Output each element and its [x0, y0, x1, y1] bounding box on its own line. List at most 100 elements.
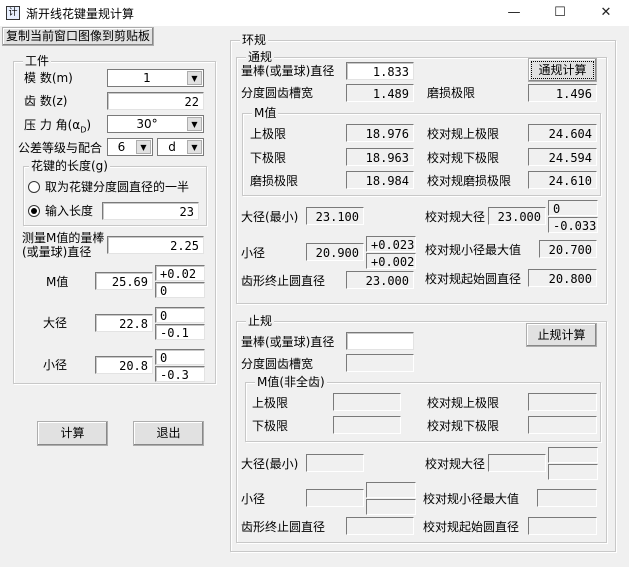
- go-form-end-label: 齿形终止圆直径: [241, 274, 326, 288]
- go-check-major-lower: -0.033: [548, 217, 598, 233]
- nogo-major-min-value: [306, 454, 364, 472]
- measure-pin-label-1: 测量M值的量棒: [22, 231, 105, 245]
- go-form-end-value: 23.000: [346, 271, 414, 289]
- go-gauge-calc-button[interactable]: 通规计算: [528, 58, 597, 82]
- go-check-major-label: 校对规大径: [425, 210, 486, 224]
- nogo-lower-value: [333, 416, 401, 434]
- nogo-slot-width-label: 分度圆齿槽宽: [241, 357, 314, 371]
- title-bar: 计 渐开线花键量规计算 — ☐ ✕: [0, 0, 629, 26]
- go-upper-value: 18.976: [346, 124, 414, 142]
- chevron-down-icon[interactable]: ▼: [187, 140, 202, 154]
- radio-half-diameter[interactable]: [28, 181, 40, 193]
- copy-to-clipboard-button[interactable]: 复制当前窗口图像到剪贴板: [2, 27, 154, 46]
- major-diameter-label: 大径: [43, 316, 68, 330]
- go-m-value-group-title: M值: [252, 106, 279, 120]
- m-value-input[interactable]: 25.69: [95, 272, 153, 290]
- measure-pin-label-2: (或量球)直径: [22, 245, 92, 259]
- go-minor-upper: +0.023: [366, 236, 416, 252]
- nogo-check-major-label: 校对规大径: [425, 457, 486, 471]
- go-gauge-group-title: 通规: [246, 50, 275, 64]
- app-icon: 计: [6, 6, 20, 20]
- chevron-down-icon[interactable]: ▼: [187, 117, 202, 131]
- go-check-minor-label: 校对规小径最大值: [425, 243, 522, 257]
- m-value-label: M值: [46, 275, 69, 289]
- nogo-major-min-label: 大径(最小): [241, 457, 299, 471]
- nogo-slot-width-value: [346, 354, 414, 372]
- nogo-check-lower-label: 校对规下极限: [427, 419, 500, 433]
- maximize-button[interactable]: ☐: [537, 0, 583, 26]
- minimize-button[interactable]: —: [491, 0, 537, 26]
- pressure-angle-select[interactable]: 30° ▼: [107, 115, 204, 133]
- nogo-minor-lower: [366, 499, 416, 515]
- go-wear-label: 磨损极限: [427, 86, 476, 100]
- go-minor-value: 20.900: [306, 243, 364, 261]
- go-check-wear-value: 24.610: [528, 171, 597, 189]
- calculate-button[interactable]: 计算: [37, 421, 108, 446]
- close-button[interactable]: ✕: [583, 0, 629, 26]
- nogo-gauge-group-title: 止规: [246, 314, 275, 328]
- tolerance-fit-select[interactable]: d ▼: [157, 138, 204, 156]
- nogo-pin-input[interactable]: [346, 332, 414, 350]
- minor-diameter-input[interactable]: 20.8: [95, 356, 153, 374]
- nogo-lower-label: 下极限: [252, 419, 289, 433]
- module-label: 模 数(m): [24, 71, 73, 85]
- measure-pin-input[interactable]: 2.25: [107, 236, 204, 254]
- m-lower-deviation-input[interactable]: 0: [155, 282, 205, 298]
- nogo-check-minor-label: 校对规小径最大值: [423, 492, 520, 506]
- pressure-angle-value: 30°: [136, 117, 158, 131]
- nogo-check-upper-value: [528, 393, 597, 411]
- nogo-upper-value: [333, 393, 401, 411]
- go-pin-input[interactable]: 1.833: [346, 62, 414, 80]
- nogo-upper-label: 上极限: [252, 396, 289, 410]
- nogo-check-major-lower: [548, 464, 598, 480]
- radio-half-diameter-label: 取为花键分度圆直径的一半: [45, 180, 190, 194]
- pressure-angle-label: 压 力 角(αD): [24, 118, 91, 137]
- nogo-check-major-upper: [548, 447, 598, 463]
- nogo-m-value-group-title: M值(非全齿): [255, 375, 327, 389]
- spline-length-group-title: 花键的长度(g): [29, 159, 110, 173]
- workpiece-group-title: 工件: [23, 54, 52, 68]
- nogo-check-form-start-value: [528, 517, 597, 535]
- minor-lower-deviation-input[interactable]: -0.3: [155, 366, 205, 382]
- go-check-lower-value: 24.594: [528, 148, 597, 166]
- m-upper-deviation-input[interactable]: +0.02: [155, 265, 205, 281]
- window-title: 渐开线花键量规计算: [26, 7, 135, 21]
- minor-upper-deviation-input[interactable]: 0: [155, 349, 205, 365]
- go-wear-limit-label: 磨损极限: [250, 174, 299, 188]
- nogo-form-end-value: [346, 517, 414, 535]
- go-minor-label: 小径: [241, 246, 266, 260]
- nogo-check-form-start-label: 校对规起始圆直径: [423, 520, 520, 534]
- major-lower-deviation-input[interactable]: -0.1: [155, 324, 205, 340]
- nogo-minor-value: [306, 489, 364, 507]
- nogo-pin-label: 量棒(或量球)直径: [241, 335, 335, 349]
- major-upper-deviation-input[interactable]: 0: [155, 307, 205, 323]
- go-check-upper-value: 24.604: [528, 124, 597, 142]
- chevron-down-icon[interactable]: ▼: [136, 140, 151, 154]
- radio-input-length[interactable]: [28, 205, 40, 217]
- ring-gauge-group-title: 环规: [240, 33, 269, 47]
- nogo-check-major-value: [488, 454, 546, 472]
- exit-button[interactable]: 退出: [133, 421, 204, 446]
- go-major-min-label: 大径(最小): [241, 210, 299, 224]
- go-check-upper-label: 校对规上极限: [427, 127, 500, 141]
- nogo-check-minor-value: [537, 489, 597, 507]
- minor-diameter-label: 小径: [43, 358, 68, 372]
- chevron-down-icon[interactable]: ▼: [187, 71, 202, 85]
- teeth-label: 齿 数(z): [24, 94, 68, 108]
- go-check-major-upper: 0: [548, 200, 598, 216]
- nogo-minor-label: 小径: [241, 492, 266, 506]
- go-check-major-value: 23.000: [488, 207, 546, 225]
- go-check-form-start-label: 校对规起始圆直径: [425, 272, 522, 286]
- go-check-minor-value: 20.700: [539, 240, 597, 258]
- module-select[interactable]: 1 ▼: [107, 69, 204, 87]
- tolerance-grade-select[interactable]: 6 ▼: [107, 138, 153, 156]
- teeth-input[interactable]: 22: [107, 92, 204, 110]
- nogo-form-end-label: 齿形终止圆直径: [241, 520, 326, 534]
- go-slot-width-label: 分度圆齿槽宽: [241, 86, 314, 100]
- length-input[interactable]: 23: [102, 202, 199, 220]
- nogo-gauge-calc-button[interactable]: 止规计算: [526, 323, 597, 347]
- nogo-check-upper-label: 校对规上极限: [427, 396, 500, 410]
- major-diameter-input[interactable]: 22.8: [95, 314, 153, 332]
- go-lower-value: 18.963: [346, 148, 414, 166]
- go-check-wear-label: 校对规磨损极限: [427, 174, 512, 188]
